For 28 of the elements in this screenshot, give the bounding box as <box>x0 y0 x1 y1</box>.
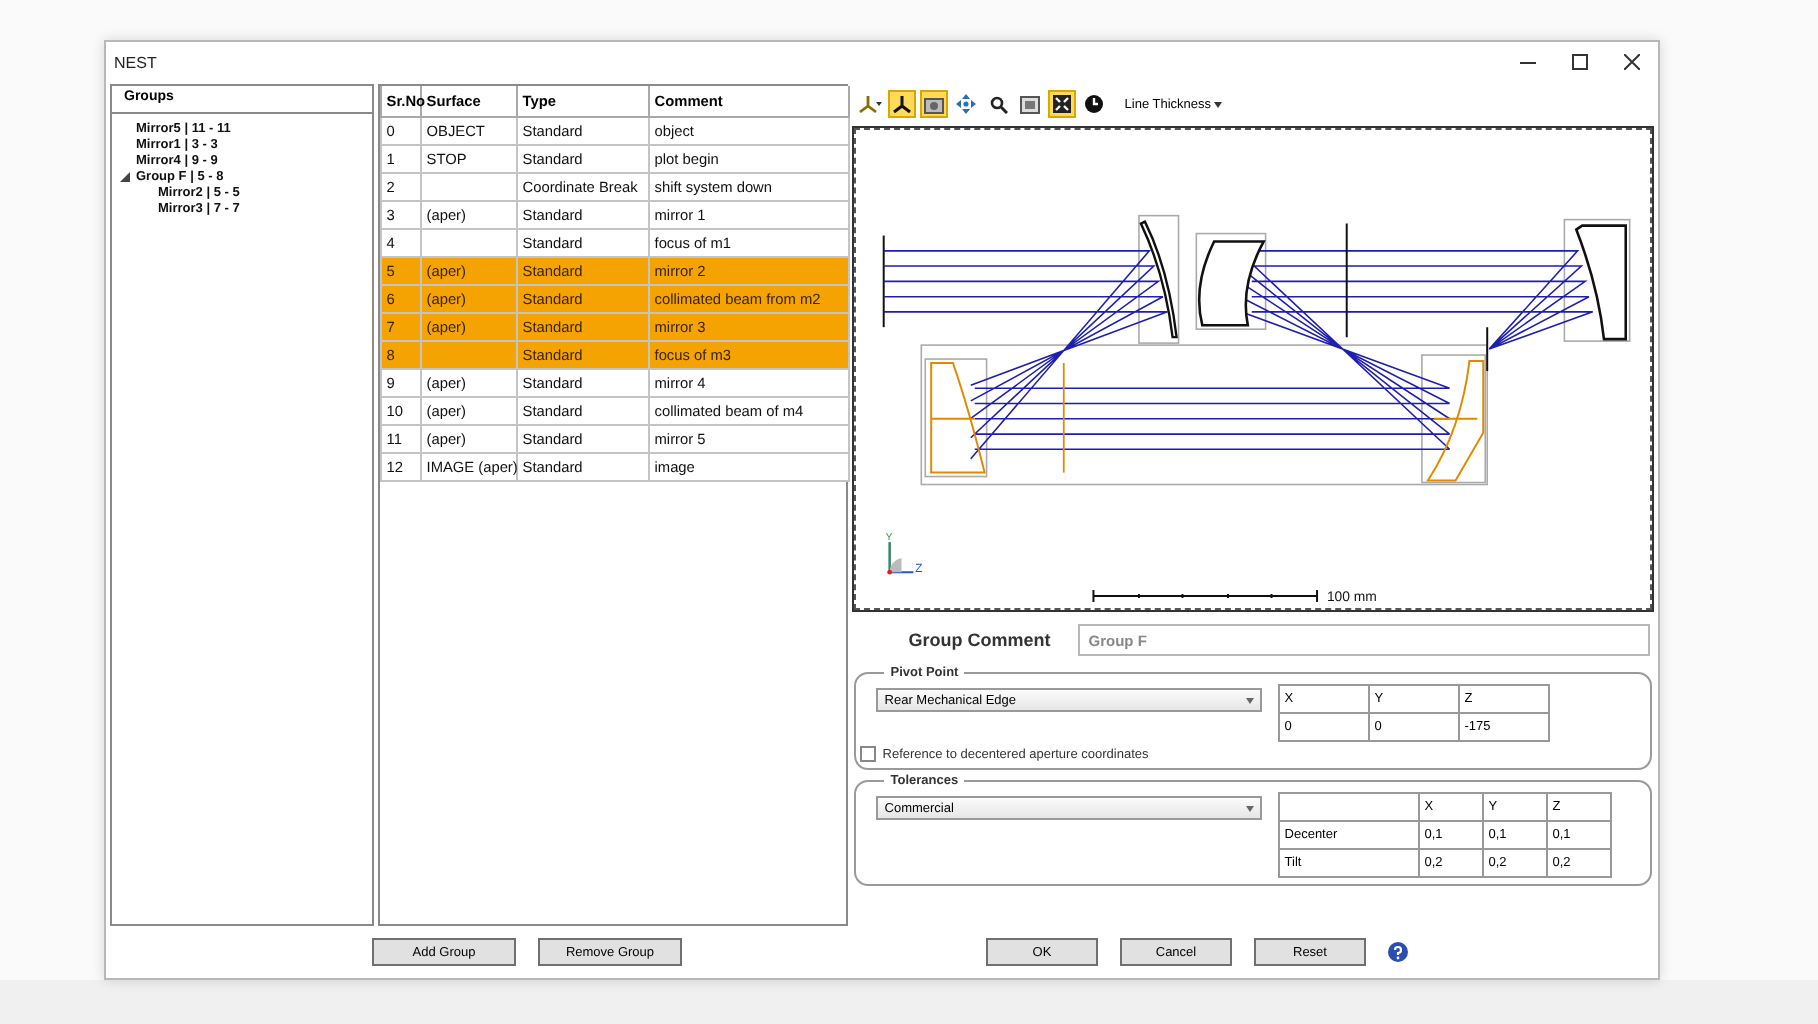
field-label: Group Comment <box>906 630 1053 650</box>
minimize-icon <box>1520 61 1536 63</box>
toolbar-button[interactable] <box>888 90 917 118</box>
picture-frame-icon <box>1020 95 1041 113</box>
caret-icon <box>1214 101 1223 107</box>
camera-icon <box>924 95 945 113</box>
table-cell <box>421 172 518 200</box>
pan-icon <box>956 94 977 114</box>
toolbar-button[interactable] <box>920 90 949 118</box>
table-cell <box>421 340 518 368</box>
help-icon[interactable] <box>1388 942 1408 962</box>
maximize-icon <box>1572 54 1588 70</box>
checkbox[interactable] <box>860 746 877 762</box>
table-cell <box>421 228 518 256</box>
toolbar-button[interactable] <box>1080 90 1109 118</box>
toolbar-button[interactable] <box>1048 90 1077 118</box>
expanded-arrow-icon[interactable] <box>120 171 130 181</box>
toolbar-button[interactable] <box>1016 90 1045 118</box>
caret-icon <box>1246 805 1255 811</box>
caret-icon <box>1246 697 1255 703</box>
axes-dropdown-icon <box>858 94 883 114</box>
clock-icon <box>1084 94 1105 114</box>
close-icon <box>1624 54 1640 70</box>
axes-icon <box>892 94 913 114</box>
search-icon <box>989 95 1008 113</box>
fit-view-icon <box>1052 94 1073 114</box>
axis-triad-icon <box>887 541 915 575</box>
window-title: NEST <box>114 53 159 71</box>
